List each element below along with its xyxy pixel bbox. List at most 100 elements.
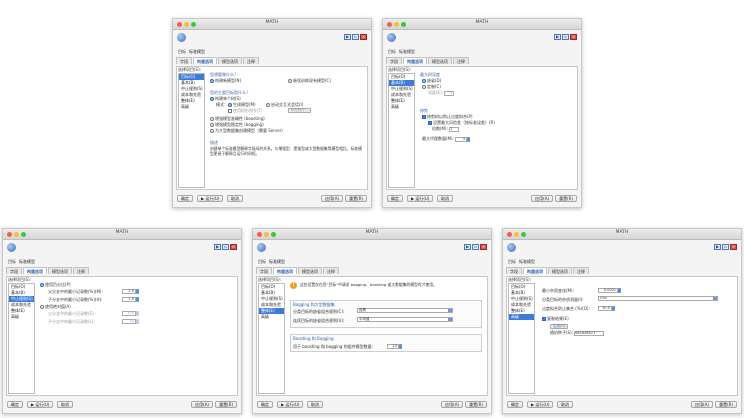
radio-large-dataset[interactable]: 为大型数据集创建模型（需要 Server） <box>210 128 285 134</box>
title-bar[interactable]: MATH <box>383 19 581 30</box>
max-surrogates-field[interactable]: 5 <box>455 136 468 142</box>
max-surrogates-spinner[interactable] <box>467 136 471 142</box>
run-button[interactable]: ▶ 运行(U) <box>527 401 554 408</box>
continuous-rule-dropdown[interactable]: 平均值 <box>357 317 453 322</box>
run-icon[interactable]: ▶ <box>554 34 561 40</box>
tab-fields[interactable]: 字段 <box>256 267 272 274</box>
tab-fields[interactable]: 字段 <box>6 267 22 274</box>
parent-pct-field[interactable]: 2.0 <box>122 288 136 294</box>
ok-button[interactable]: 确定 <box>387 195 403 202</box>
close-icon[interactable]: × <box>730 244 737 250</box>
cancel-button[interactable]: 取消 <box>227 195 243 202</box>
reset-button[interactable]: 重置(R) <box>555 195 577 202</box>
ok-button[interactable]: 确定 <box>7 401 23 408</box>
tab-annotations[interactable]: 注释 <box>243 57 259 64</box>
tab-build-options[interactable]: 构建选项 <box>403 57 427 64</box>
seed-field[interactable]: 681648021 <box>574 330 605 336</box>
list-item-advanced[interactable]: 高级 <box>9 314 34 320</box>
apply-button[interactable]: 应用(A) <box>531 195 553 202</box>
preview-icon[interactable]: ▫ <box>472 244 479 250</box>
list-item-advanced[interactable]: 高级 <box>389 104 414 110</box>
title-bar[interactable]: MATH <box>253 229 491 240</box>
preview-icon[interactable]: ▫ <box>562 34 569 40</box>
apply-button[interactable]: 应用(A) <box>691 401 713 408</box>
reset-button[interactable]: 重置(R) <box>715 401 737 408</box>
tab-build-options[interactable]: 构建选项 <box>273 267 297 274</box>
child-pct-field[interactable]: 1.0 <box>122 296 136 302</box>
cancel-button[interactable]: 取消 <box>57 401 73 408</box>
close-icon[interactable]: × <box>230 244 237 250</box>
tab-fields[interactable]: 字段 <box>386 57 402 64</box>
tab-build-options[interactable]: 构建选项 <box>193 57 217 64</box>
preview-icon[interactable]: ▫ <box>352 34 359 40</box>
preview-icon[interactable]: ▫ <box>222 244 229 250</box>
apply-button[interactable]: 应用(A) <box>321 195 343 202</box>
apply-button[interactable]: 应用(A) <box>441 401 463 408</box>
run-icon[interactable]: ▶ <box>714 244 721 250</box>
radio-use-absolute[interactable]: 使用绝对值(A) <box>40 304 71 310</box>
impurity-measure-dropdown[interactable]: Gini <box>598 296 718 301</box>
apply-button[interactable]: 应用(A) <box>191 401 213 408</box>
list-item-advanced[interactable]: 高级 <box>259 314 284 320</box>
check-replicate[interactable]: ✓复制结果(E) <box>542 316 569 322</box>
tab-model-options[interactable]: 模型选项 <box>428 57 452 64</box>
categorical-rule-dropdown[interactable]: 投票 <box>357 308 453 313</box>
run-icon[interactable]: ▶ <box>464 244 471 250</box>
reset-button[interactable]: 重置(R) <box>345 195 367 202</box>
min-impurity-spinner[interactable] <box>618 287 621 293</box>
run-icon[interactable]: ▶ <box>214 244 221 250</box>
cancel-button[interactable]: 取消 <box>307 401 323 408</box>
cancel-button[interactable]: 取消 <box>437 195 453 202</box>
generate-button[interactable]: 生成(G) <box>550 323 569 329</box>
ok-button[interactable]: 确定 <box>177 195 193 202</box>
list-item-advanced[interactable]: 高级 <box>509 314 534 320</box>
radio-continue[interactable]: 继续训练现有模型(C) <box>288 78 331 84</box>
ok-button[interactable]: 确定 <box>257 401 273 408</box>
multiplier-field[interactable]: 1 <box>449 126 460 132</box>
parent-abs-field[interactable]: 100 <box>122 310 136 316</box>
tree-directives-button[interactable]: 树形指令... <box>288 107 312 113</box>
num-models-spinner[interactable] <box>399 343 402 349</box>
title-bar[interactable]: MATH <box>503 229 741 240</box>
title-bar[interactable]: MATH <box>173 19 371 30</box>
overfit-field[interactable]: 30.0 <box>598 305 612 311</box>
child-pct-spinner[interactable] <box>136 296 139 302</box>
tab-fields[interactable]: 字段 <box>176 57 192 64</box>
run-button[interactable]: ▶ 运行(U) <box>197 195 224 202</box>
check-tree-directives[interactable]: 使用树形指令(T) <box>228 108 263 114</box>
title-bar[interactable]: MATH <box>3 229 241 240</box>
close-icon[interactable]: × <box>570 34 577 40</box>
tab-model-options[interactable]: 模型选项 <box>218 57 242 64</box>
tab-build-options[interactable]: 构建选项 <box>523 267 547 274</box>
tab-annotations[interactable]: 注释 <box>73 267 89 274</box>
run-button[interactable]: ▶ 运行(U) <box>277 401 304 408</box>
tab-annotations[interactable]: 注释 <box>323 267 339 274</box>
parent-abs-spinner[interactable] <box>136 310 139 316</box>
list-item-advanced[interactable]: 高级 <box>179 104 204 110</box>
min-impurity-field[interactable]: 0.0001 <box>598 287 618 293</box>
tab-build-options[interactable]: 构建选项 <box>23 267 47 274</box>
reset-button[interactable]: 重置(R) <box>465 401 487 408</box>
run-button[interactable]: ▶ 运行(U) <box>27 401 54 408</box>
child-abs-field[interactable]: 50 <box>122 318 136 324</box>
tab-annotations[interactable]: 注释 <box>573 267 589 274</box>
reset-button[interactable]: 重置(R) <box>215 401 237 408</box>
close-icon[interactable]: × <box>480 244 487 250</box>
tab-model-options[interactable]: 模型选项 <box>298 267 322 274</box>
run-icon[interactable]: ▶ <box>344 34 351 40</box>
ok-button[interactable]: 确定 <box>507 401 523 408</box>
tab-annotations[interactable]: 注释 <box>453 57 469 64</box>
preview-icon[interactable]: ▫ <box>722 244 729 250</box>
cancel-button[interactable]: 取消 <box>557 401 573 408</box>
overfit-spinner[interactable] <box>612 305 615 311</box>
child-abs-spinner[interactable] <box>136 318 139 324</box>
radio-build-new[interactable]: 构建新模型(N) <box>210 78 241 84</box>
depth-field[interactable]: 5 <box>444 90 455 96</box>
tab-model-options[interactable]: 模型选项 <box>48 267 72 274</box>
run-button[interactable]: ▶ 运行(U) <box>407 195 434 202</box>
parent-pct-spinner[interactable] <box>136 288 139 294</box>
num-models-field[interactable]: 10 <box>387 343 399 349</box>
close-icon[interactable]: × <box>360 34 367 40</box>
radio-use-percentage[interactable]: 使用百分比(P) <box>40 282 71 288</box>
tab-fields[interactable]: 字段 <box>506 267 522 274</box>
